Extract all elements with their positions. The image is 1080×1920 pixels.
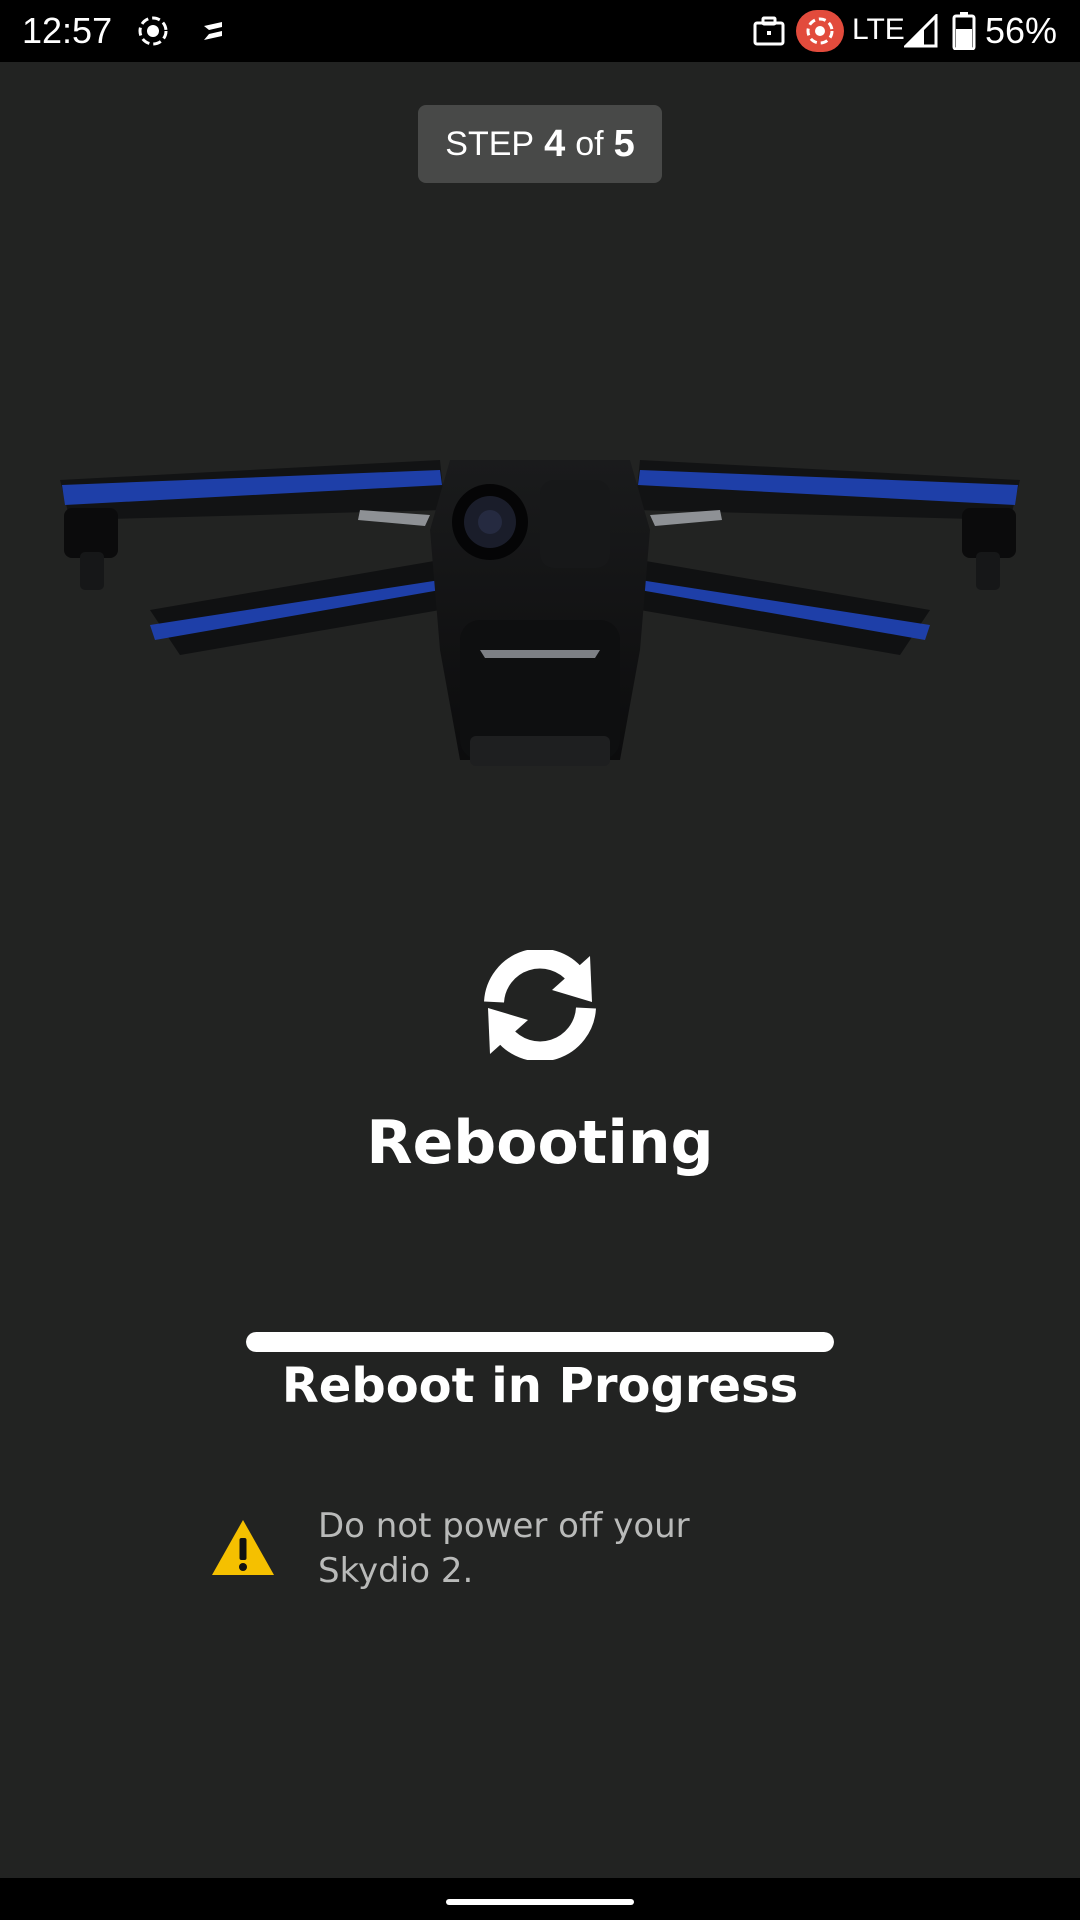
reboot-screen: 12:57 LTE 56% STEP 4 of 5 Rebooting Rebo… <box>0 0 1080 1920</box>
cast-icon <box>204 22 222 40</box>
step-total: 5 <box>613 122 635 165</box>
warning-message: Do not power off your Skydio 2. <box>318 1504 778 1594</box>
recording-alert-icon <box>796 10 844 52</box>
progress-bar <box>246 1332 834 1352</box>
warning-line-2: Skydio 2. <box>318 1551 474 1591</box>
step-prefix: STEP <box>445 124 535 163</box>
warning-line-1: Do not power off your <box>318 1506 690 1546</box>
work-profile-icon <box>753 16 785 46</box>
battery-icon <box>952 12 976 50</box>
step-current: 4 <box>544 122 566 165</box>
record-icon <box>138 16 168 46</box>
status-title: Rebooting <box>366 1108 714 1178</box>
progress-fill <box>246 1332 834 1352</box>
step-indicator: STEP 4 of 5 <box>418 105 662 183</box>
drone-image <box>60 460 1020 766</box>
refresh-icon <box>484 950 596 1060</box>
status-bar: 12:57 LTE 56% <box>0 0 1080 62</box>
network-type: LTE <box>852 13 905 46</box>
signal-icon <box>904 14 938 48</box>
status-time: 12:57 <box>22 10 113 51</box>
step-separator: of <box>575 124 604 163</box>
progress-label: Reboot in Progress <box>281 1358 799 1414</box>
battery-percent: 56% <box>985 10 1058 51</box>
home-gesture-handle[interactable] <box>446 1899 634 1905</box>
warning-icon <box>212 1520 274 1575</box>
